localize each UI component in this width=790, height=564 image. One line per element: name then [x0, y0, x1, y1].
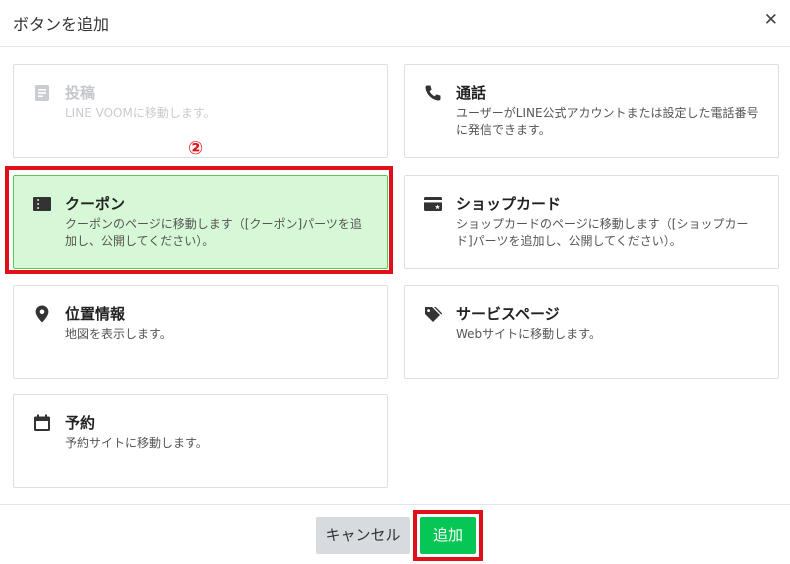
tag-icon [425, 307, 443, 322]
option-name: 投稿 [65, 84, 96, 102]
button-option-location[interactable]: 位置情報 地図を表示します。 [13, 285, 388, 379]
add-button-highlight-frame [413, 510, 483, 561]
phone-icon [425, 85, 441, 101]
dialog-header: ボタンを追加 ✕ [0, 0, 790, 47]
coupon-highlight-frame [5, 166, 393, 274]
location-pin-icon [35, 305, 49, 323]
option-description: LINE VOOMに移動します。 [65, 106, 216, 120]
document-icon [35, 85, 49, 101]
calendar-icon [34, 414, 50, 431]
dialog-title: ボタンを追加 [13, 15, 110, 34]
cancel-button[interactable]: キャンセル [316, 517, 410, 554]
button-option-reservation[interactable]: 予約 予約サイトに移動します。 [13, 394, 388, 488]
option-name: ショップカード [456, 195, 562, 213]
close-icon[interactable]: ✕ [764, 12, 778, 29]
shop-card-icon [424, 197, 442, 211]
button-option-service-page[interactable]: サービスページ Webサイトに移動します。 [404, 285, 779, 379]
option-description: Webサイトに移動します。 [456, 327, 601, 341]
option-name: 予約 [65, 414, 96, 432]
button-option-call[interactable]: 通話 ユーザーがLINE公式アカウントまたは設定した電話番号に発信できます。 [404, 64, 779, 158]
step-marker: ② [188, 138, 204, 159]
option-name: 位置情報 [65, 305, 126, 323]
option-name: サービスページ [456, 305, 560, 323]
option-description: 地図を表示します。 [65, 327, 172, 341]
option-description: ショップカードのページに移動します（[ショップカード]パーツを追加し、公開してく… [456, 217, 749, 248]
option-description: 予約サイトに移動します。 [65, 436, 208, 450]
option-description: ユーザーがLINE公式アカウントまたは設定した電話番号に発信できます。 [456, 106, 759, 137]
button-option-shop-card[interactable]: ショップカード ショップカードのページに移動します（[ショップカード]パーツを追… [404, 175, 779, 269]
option-name: 通話 [456, 84, 487, 102]
